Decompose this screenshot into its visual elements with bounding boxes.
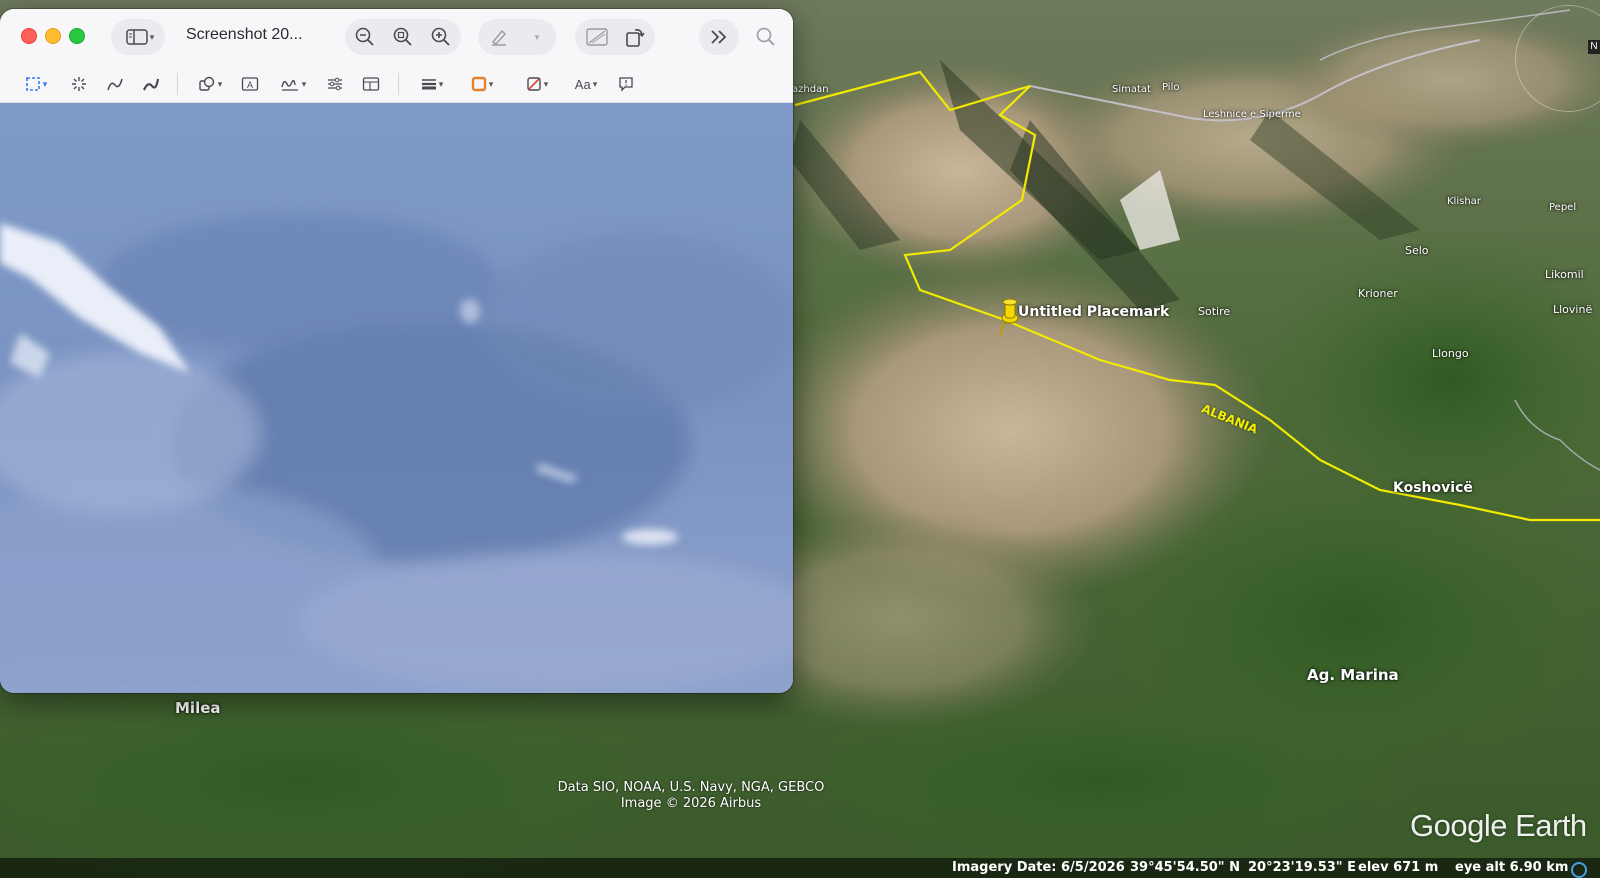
rectangular-selection-icon [25, 77, 40, 91]
sidebar-icon [125, 29, 148, 45]
highlight-button[interactable] [488, 26, 510, 48]
chevron-down-icon: ▾ [301, 78, 307, 89]
village-label-simatat: Simatat [1112, 84, 1151, 95]
town-label-koshovice: Koshovicë [1393, 480, 1473, 496]
zoom-fit-icon [393, 27, 412, 46]
selection-tool-button[interactable]: ▾ [18, 71, 54, 97]
crop-button[interactable] [585, 26, 609, 48]
text-style-icon: Aa [574, 76, 591, 92]
rotate-button[interactable] [624, 25, 646, 49]
signature-icon [281, 79, 298, 91]
village-label-sotire: Sotire [1198, 305, 1231, 318]
attribution-data: Data SIO, NOAA, U.S. Navy, NGA, GEBCO [557, 780, 825, 795]
attribution-image: Image © 2026 Airbus [620, 796, 762, 811]
svg-text:A: A [247, 80, 253, 90]
chevron-down-icon: ▾ [217, 78, 223, 89]
imagery-date: Imagery Date: 6/5/2026 [952, 860, 1125, 875]
annotate-button[interactable] [615, 71, 637, 97]
annotate-icon [619, 77, 633, 92]
rotate-icon [626, 29, 645, 47]
text-style-button[interactable]: Aa ▾ [569, 71, 603, 97]
instant-alpha-icon [72, 77, 86, 91]
village-label-llovine: Llovinë [1553, 303, 1593, 316]
draw-icon [142, 78, 160, 91]
chevron-down-icon: ▾ [543, 78, 549, 89]
zoom-in-button[interactable] [430, 26, 452, 48]
zoom-in-icon [431, 27, 450, 46]
adjust-color-icon [328, 77, 342, 91]
status-bar: Imagery Date: 6/5/2026 39°45'54.50" N 20… [0, 858, 1600, 878]
chevron-down-icon: ▾ [42, 78, 48, 89]
window-title: Screenshot 20... [186, 26, 303, 43]
page-layout-button[interactable] [360, 71, 382, 97]
more-tools-button[interactable] [706, 26, 732, 48]
screenshot-image [0, 103, 793, 693]
town-label-ag-marina: Ag. Marina [1307, 666, 1399, 684]
chevron-down-icon: ▾ [438, 78, 444, 89]
highlighter-icon [491, 29, 506, 46]
village-label-klishar: Klishar [1447, 196, 1481, 207]
fullscreen-window-button[interactable] [69, 28, 85, 44]
sketch-tool-button[interactable] [104, 71, 126, 97]
chevron-down-icon: ▾ [149, 31, 155, 42]
village-label-likomil: Likomil [1545, 268, 1584, 281]
line-style-button[interactable]: ▾ [415, 71, 449, 97]
longitude-readout: 20°23'19.53" E [1248, 860, 1356, 875]
crop-icon [586, 28, 608, 46]
zoom-out-button[interactable] [354, 26, 376, 48]
village-label-azhdan: azhdan [792, 84, 829, 95]
village-label-pepel: Pepel [1549, 202, 1577, 213]
image-canvas[interactable] [0, 103, 793, 693]
draw-tool-button[interactable] [140, 71, 162, 97]
fill-color-button[interactable]: ▾ [519, 71, 555, 97]
window-toolbar: ▾ Screenshot 20... ▾ ▾ ▾ A ▾ ▾ ▾ ▾ Aa ▾ [0, 9, 793, 103]
chevron-down-icon: ▾ [592, 78, 598, 89]
village-label-llongo: Llongo [1432, 347, 1469, 360]
sidebar-toggle-button[interactable]: ▾ [118, 26, 162, 48]
map-attribution: Data SIO, NOAA, U.S. Navy, NGA, GEBCO Im… [541, 780, 841, 812]
village-label-krioner: Krioner [1358, 287, 1398, 300]
fill-color-icon [527, 77, 541, 91]
search-icon [756, 27, 775, 46]
placemark-label[interactable]: Untitled Placemark [1018, 304, 1169, 320]
search-button[interactable] [755, 26, 777, 48]
village-label-pilo: Pilo [1162, 82, 1180, 93]
streaming-indicator-icon [1571, 862, 1587, 878]
signature-button[interactable]: ▾ [275, 71, 311, 97]
latitude-readout: 39°45'54.50" N [1130, 860, 1240, 875]
town-label-milea: Milea [175, 699, 221, 717]
border-color-button[interactable]: ▾ [464, 71, 500, 97]
shapes-button[interactable]: ▾ [192, 71, 228, 97]
chevron-down-icon: ▾ [488, 78, 494, 89]
eye-altitude-readout: eye alt 6.90 km [1455, 860, 1569, 875]
line-style-icon [421, 79, 436, 90]
sketch-icon [107, 78, 123, 91]
chevron-down-icon: ▾ [534, 31, 540, 42]
compass-north-icon[interactable]: N [1588, 40, 1600, 54]
border-color-icon [471, 76, 486, 92]
text-box-button[interactable]: A [238, 71, 262, 97]
zoom-fit-button[interactable] [392, 26, 414, 48]
preview-window[interactable]: ▾ Screenshot 20... ▾ ▾ ▾ A ▾ ▾ ▾ ▾ Aa ▾ [0, 9, 793, 693]
adjust-color-button[interactable] [324, 71, 346, 97]
shapes-icon [199, 76, 214, 91]
close-window-button[interactable] [21, 28, 37, 44]
instant-alpha-button[interactable] [68, 71, 90, 97]
google-earth-logo: Google Earth [1410, 808, 1587, 843]
highlight-options-button[interactable]: ▾ [526, 26, 546, 48]
village-label-selo: Selo [1405, 244, 1429, 257]
minimize-window-button[interactable] [45, 28, 61, 44]
village-label-leshnice: Leshnice e Siperme [1203, 109, 1301, 120]
page-layout-icon [362, 77, 380, 91]
chevron-double-right-icon [711, 30, 727, 44]
text-box-icon: A [241, 77, 259, 91]
zoom-out-icon [355, 27, 374, 46]
elevation-readout: elev 671 m [1358, 860, 1439, 875]
